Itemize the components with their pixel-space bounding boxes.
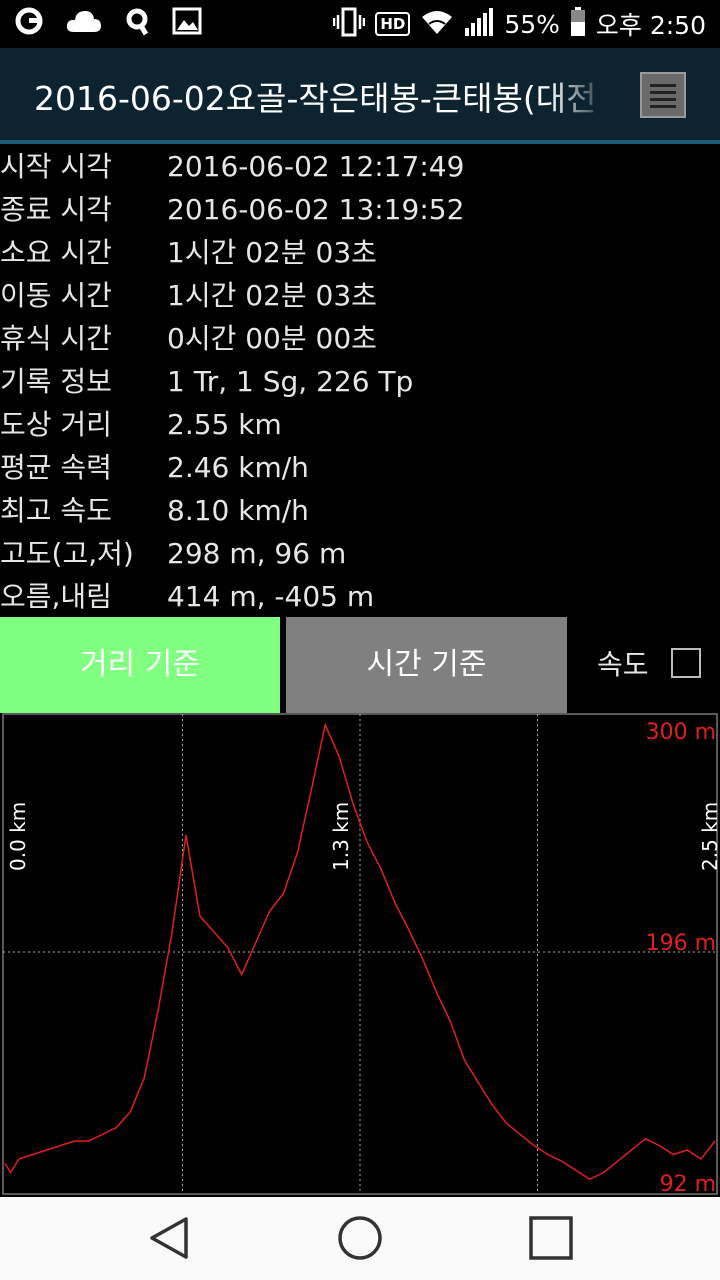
info-label: 휴식 시간 (0, 322, 112, 355)
info-row-ascent-descent: 오름,내림 414 m, -405 m (0, 575, 720, 618)
info-row-end-time: 종료 시각 2016-06-02 13:19:52 (0, 188, 720, 231)
back-icon[interactable] (148, 1215, 192, 1265)
distance-basis-button[interactable]: 거리 기준 (0, 617, 280, 713)
info-value: 414 m, -405 m (167, 580, 375, 613)
sync-icon (14, 6, 44, 40)
info-label: 시작 시각 (0, 150, 112, 183)
location-icon (124, 6, 150, 40)
y-tick-label: 196 m (646, 931, 716, 956)
info-value: 1시간 02분 03초 (167, 279, 377, 312)
speed-label: 속도 (597, 648, 649, 681)
info-value: 1 Tr, 1 Sg, 226 Tp (167, 365, 414, 398)
info-label: 종료 시각 (0, 193, 112, 226)
clock: 오후 2:50 (595, 11, 706, 40)
home-icon[interactable] (337, 1215, 383, 1265)
elevation-chart: 0.0 km 1.3 km 2.5 km 300 m 196 m 92 m (0, 713, 720, 1197)
time-basis-button[interactable]: 시간 기준 (286, 617, 567, 713)
y-tick-label: 300 m (646, 720, 716, 745)
track-title: 2016-06-02요골-작은태봉-큰태봉(대전 (34, 79, 594, 116)
info-label: 최고 속도 (0, 494, 112, 527)
wifi-icon (420, 8, 454, 40)
info-value: 298 m, 96 m (167, 537, 347, 570)
info-label: 이동 시간 (0, 279, 112, 312)
info-row-map-distance: 도상 거리 2.55 km (0, 403, 720, 446)
vibrate-icon (333, 7, 366, 41)
title-bar: 2016-06-02요골-작은태봉-큰태봉(대전 (0, 48, 720, 140)
info-value: 1시간 02분 03초 (167, 236, 377, 269)
info-row-avg-speed: 평균 속력 2.46 km/h (0, 446, 720, 489)
cloud-icon (66, 8, 102, 38)
info-label: 도상 거리 (0, 408, 112, 441)
x-tick-label: 1.3 km (329, 802, 353, 871)
status-bar: HD 55% 오후 2:50 (0, 0, 720, 48)
info-value: 2016-06-02 12:17:49 (167, 150, 465, 183)
battery-percent: 55% (504, 9, 560, 39)
hd-call-icon: HD (375, 12, 411, 36)
info-label: 기록 정보 (0, 365, 112, 398)
info-row-altitude: 고도(고,저) 298 m, 96 m (0, 532, 720, 575)
info-value: 2.46 km/h (167, 451, 309, 484)
info-row-duration: 소요 시간 1시간 02분 03초 (0, 231, 720, 274)
navigation-bar (0, 1197, 720, 1280)
info-label: 평균 속력 (0, 451, 112, 484)
info-row-moving-time: 이동 시간 1시간 02분 03초 (0, 274, 720, 317)
info-value: 2016-06-02 13:19:52 (167, 193, 465, 226)
info-row-max-speed: 최고 속도 8.10 km/h (0, 489, 720, 532)
info-value: 8.10 km/h (167, 494, 309, 527)
x-tick-label: 0.0 km (6, 802, 30, 871)
recents-icon[interactable] (528, 1215, 574, 1265)
y-tick-label: 92 m (660, 1172, 716, 1197)
battery-icon (570, 7, 586, 41)
info-row-start-time: 시작 시각 2016-06-02 12:17:49 (0, 145, 720, 188)
info-value: 0시간 00분 00초 (167, 322, 377, 355)
info-label: 오름,내림 (0, 580, 112, 613)
title-fade (548, 68, 608, 120)
info-value: 2.55 km (167, 408, 282, 441)
menu-button[interactable] (640, 72, 686, 118)
speed-checkbox[interactable] (671, 648, 701, 678)
info-label: 고도(고,저) (0, 537, 134, 570)
image-icon (172, 7, 202, 39)
info-row-record-info: 기록 정보 1 Tr, 1 Sg, 226 Tp (0, 360, 720, 403)
x-tick-label: 2.5 km (698, 802, 720, 871)
signal-icon (464, 8, 494, 40)
info-label: 소요 시간 (0, 236, 112, 269)
track-info: 시작 시각 2016-06-02 12:17:49 종료 시각 2016-06-02… (0, 145, 720, 618)
title-divider (0, 140, 720, 144)
info-row-rest-time: 휴식 시간 0시간 00분 00초 (0, 317, 720, 360)
